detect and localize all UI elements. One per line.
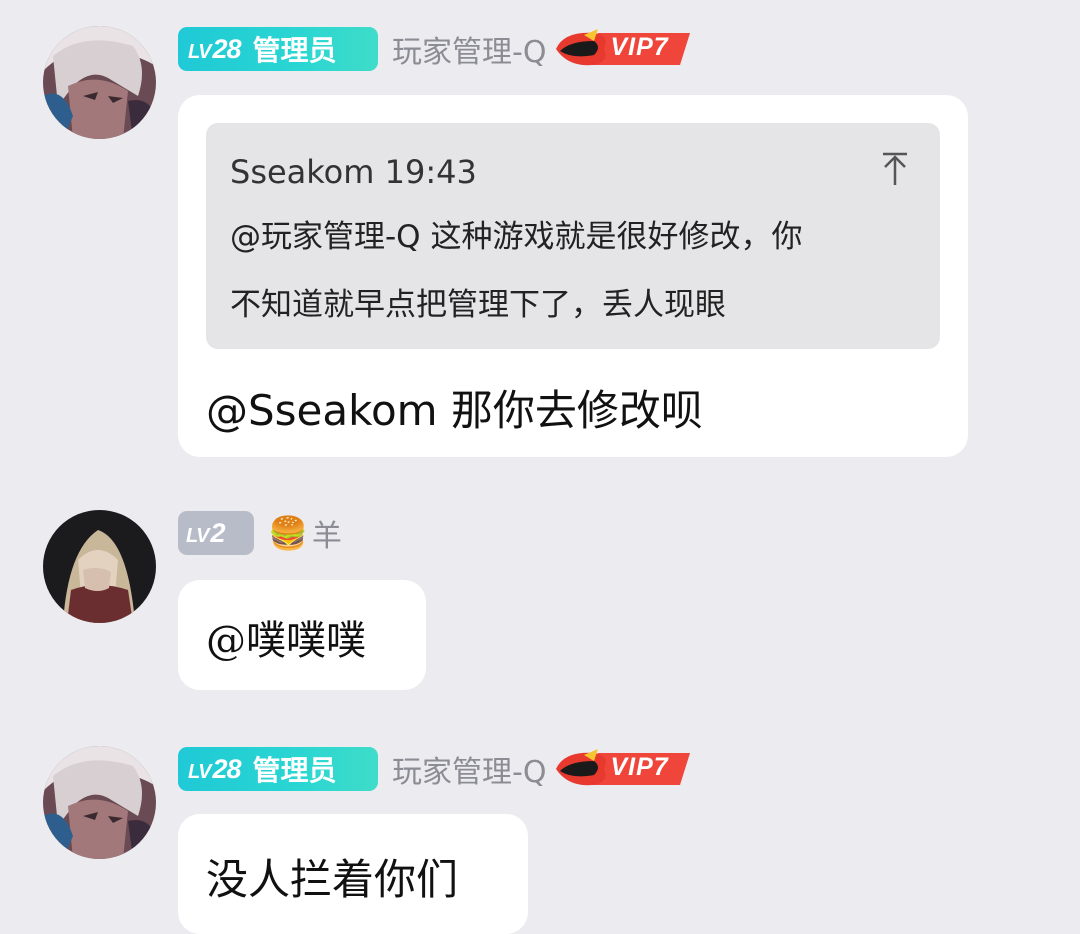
burger-emoji: 🍔 [268, 514, 308, 552]
avatar[interactable] [43, 510, 156, 623]
quoted-reply[interactable]: Sseakom 19:43 @玩家管理-Q 这种游戏就是很好修改，你 不知道就早… [206, 123, 940, 349]
level-label: LV28 [188, 753, 242, 784]
pin-to-top-icon[interactable] [880, 151, 910, 187]
message-text: @噗噗噗 [206, 618, 366, 664]
message-text: 没人拦着你们 [206, 855, 459, 904]
level-badge: LV28 管理员 [178, 27, 378, 71]
message-text: @Sseakom 那你去修改呗 [206, 386, 703, 435]
message-header: LV2 🍔 羊 [178, 510, 342, 556]
level-badge: LV28 管理员 [178, 747, 378, 791]
quote-text-line: @玩家管理-Q 这种游戏就是很好修改，你 [230, 219, 803, 255]
vip-badge: VIP7 [554, 27, 692, 71]
avatar[interactable] [43, 26, 156, 139]
username[interactable]: 玩家管理-Q [392, 747, 546, 791]
quote-author-time: Sseakom 19:43 [230, 153, 477, 191]
avatar[interactable] [43, 746, 156, 859]
message-header: LV28 管理员 玩家管理-Q VIP7 [178, 746, 692, 792]
message-bubble[interactable]: Sseakom 19:43 @玩家管理-Q 这种游戏就是很好修改，你 不知道就早… [178, 95, 968, 457]
level-label: LV2 [186, 517, 225, 548]
username[interactable]: 玩家管理-Q [392, 27, 546, 71]
level-label: LV28 [188, 33, 242, 64]
message-bubble[interactable]: 没人拦着你们 [178, 814, 528, 934]
role-label: 管理员 [252, 754, 337, 787]
vip-label: VIP7 [610, 753, 669, 781]
vip-label: VIP7 [610, 33, 669, 61]
role-label: 管理员 [252, 34, 337, 67]
message-header: LV28 管理员 玩家管理-Q VIP7 [178, 26, 692, 72]
quote-text-line: 不知道就早点把管理下了，丢人现眼 [230, 287, 726, 323]
message-bubble[interactable]: @噗噗噗 [178, 580, 426, 690]
level-badge: LV2 [178, 511, 254, 555]
username[interactable]: 羊 [312, 511, 342, 555]
vip-badge: VIP7 [554, 747, 692, 791]
